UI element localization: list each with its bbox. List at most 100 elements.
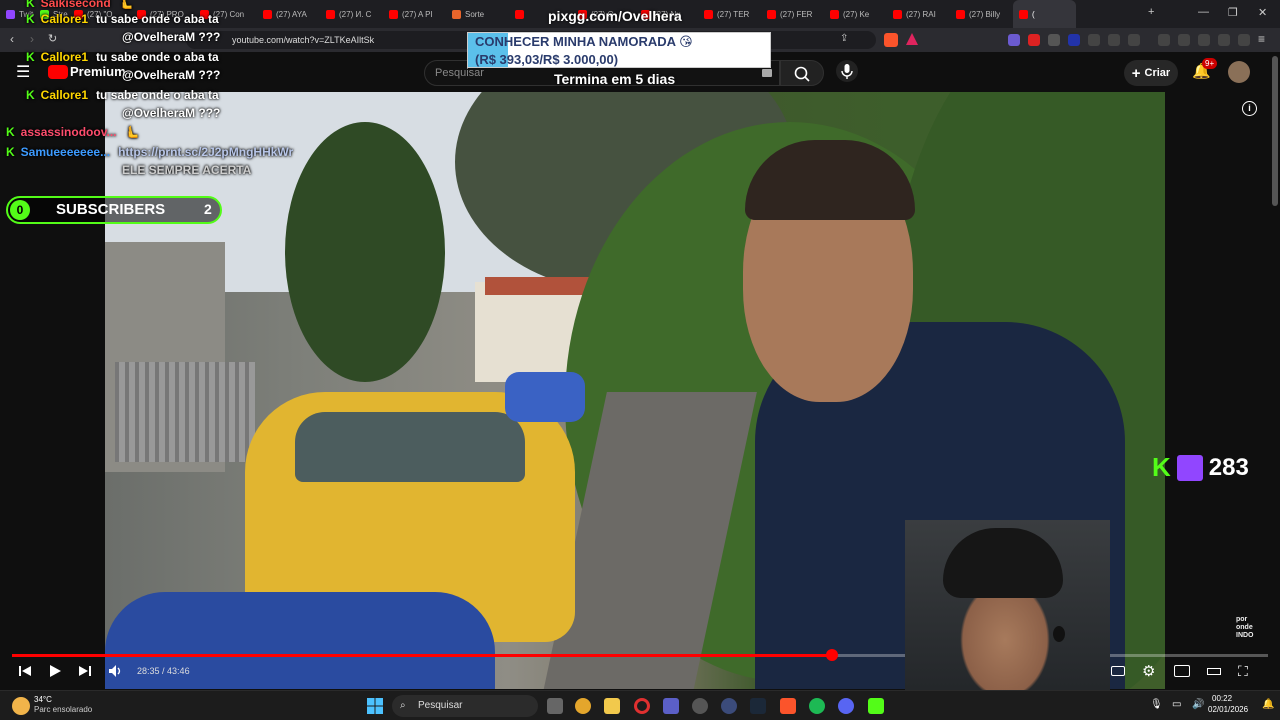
reload-icon[interactable]: ↻ — [48, 32, 57, 45]
new-tab-button[interactable]: + — [1148, 6, 1154, 18]
spotify-icon[interactable] — [809, 698, 825, 714]
subtitles-icon[interactable] — [1111, 666, 1125, 676]
split-view-icon[interactable] — [1178, 34, 1190, 46]
tab-label: (27) A PI — [402, 9, 433, 19]
theater-mode-icon[interactable] — [1207, 668, 1221, 675]
create-label: Criar — [1144, 67, 1171, 79]
previous-icon[interactable] — [18, 664, 32, 678]
chat-message: K Callore1 tu sabe onde o aba ta — [26, 50, 219, 64]
browser-tab[interactable]: (27) FER — [761, 0, 824, 28]
keyboard-icon[interactable] — [762, 69, 772, 77]
tab-favicon-icon — [326, 9, 335, 19]
opera-icon[interactable] — [634, 698, 650, 714]
extension-icon[interactable] — [1048, 34, 1060, 46]
browser-tab[interactable]: (27) И. С — [320, 0, 383, 28]
browser-tab[interactable]: ( — [1013, 0, 1076, 28]
extension-icon[interactable] — [1088, 34, 1100, 46]
hamburger-menu-icon[interactable]: ☰ — [16, 62, 30, 82]
kick-logo-icon: K — [1152, 452, 1171, 482]
speaker-icon[interactable]: 🔊 — [1192, 699, 1204, 710]
microphone-icon[interactable]: 🎙 — [1150, 699, 1163, 710]
miniplayer-icon[interactable] — [1174, 665, 1190, 677]
create-button[interactable]: + Criar — [1124, 60, 1178, 86]
youtube-logo-icon[interactable] — [48, 65, 68, 79]
brave-icon[interactable] — [780, 698, 796, 714]
chat-username: assassinodoov... — [20, 125, 117, 139]
browser-tab[interactable]: (27) TER — [698, 0, 761, 28]
browser-tab[interactable]: (27) RAI — [887, 0, 950, 28]
network-icon[interactable]: ▭ — [1172, 699, 1181, 710]
taskbar-search[interactable]: ⌕ Pesquisar — [392, 695, 538, 717]
app-icon[interactable] — [692, 698, 708, 714]
file-explorer-icon[interactable] — [604, 698, 620, 714]
brave-shields-icon[interactable] — [884, 33, 898, 47]
minimize-icon[interactable]: — — [1198, 6, 1209, 18]
notification-badge: 9+ — [1202, 58, 1218, 69]
brave-rewards-icon[interactable] — [906, 33, 918, 45]
time-total: 43:46 — [167, 666, 190, 676]
close-window-icon[interactable]: ✕ — [1258, 6, 1267, 19]
chat-username: Callore1 — [40, 12, 89, 26]
chat-username: Callore1 — [40, 88, 89, 102]
search-icon: ⌕ — [400, 700, 406, 711]
chat-text: 🫷 — [118, 0, 134, 10]
fullscreen-icon[interactable]: ⛶ — [1238, 663, 1248, 680]
viewer-counter: K 283 — [1152, 452, 1249, 483]
discord-icon[interactable] — [838, 698, 854, 714]
weather-icon[interactable] — [12, 697, 30, 715]
chrome-icon[interactable] — [575, 698, 591, 714]
media-icon[interactable] — [1158, 34, 1170, 46]
back-icon[interactable]: ‹ — [10, 32, 14, 46]
steam-icon[interactable] — [750, 698, 766, 714]
maximize-icon[interactable]: ❐ — [1228, 6, 1238, 19]
forward-icon[interactable]: › — [30, 32, 34, 46]
volume-icon[interactable] — [108, 664, 124, 678]
chat-message: K Saikisecond 🫷 — [26, 0, 134, 10]
app-icon[interactable] — [663, 698, 679, 714]
puzzle-icon[interactable] — [1108, 34, 1120, 46]
menu-icon[interactable]: ≡ — [1258, 32, 1265, 46]
kick-icon[interactable] — [868, 698, 884, 714]
search-button[interactable] — [780, 60, 824, 86]
shield-icon[interactable] — [1238, 34, 1250, 46]
share-icon[interactable]: ⇪ — [840, 33, 848, 44]
wallet-icon[interactable] — [1198, 34, 1210, 46]
tab-favicon-icon — [515, 9, 524, 19]
browser-tab[interactable]: Sorte — [446, 0, 509, 28]
next-icon[interactable] — [78, 664, 92, 678]
browser-tab[interactable]: (27) Billy — [950, 0, 1013, 28]
notification-center-icon[interactable]: 🔔 — [1262, 699, 1274, 710]
browser-tab[interactable]: (27) AYA — [257, 0, 320, 28]
avatar[interactable] — [1228, 61, 1250, 83]
browser-tab[interactable]: (27) A PI — [383, 0, 446, 28]
windows-start-icon[interactable] — [366, 697, 384, 715]
subscribers-label: SUBSCRIBERS — [56, 201, 166, 218]
chat-text: tu sabe onde o aba ta — [96, 88, 219, 102]
browser-tab[interactable]: (27) Ke — [824, 0, 887, 28]
settings-gear-icon[interactable]: ⚙ — [1142, 662, 1155, 680]
play-icon[interactable] — [48, 664, 62, 678]
tab-label: (27) AYA — [276, 9, 307, 19]
info-icon[interactable]: i — [1242, 101, 1257, 116]
extension-icon[interactable] — [1028, 34, 1040, 46]
tab-label: Sorte — [465, 9, 485, 19]
time-display: 28:35 / 43:46 — [137, 666, 190, 676]
sidebar-icon[interactable] — [1128, 34, 1140, 46]
kick-badge-icon: K — [6, 125, 15, 139]
task-view-icon[interactable] — [547, 698, 563, 714]
youtube-premium-logo[interactable]: Premium — [70, 64, 126, 79]
kick-badge-icon: K — [6, 145, 15, 159]
chat-text: @OvelheraM ??? — [122, 68, 221, 82]
vpn-icon[interactable] — [1218, 34, 1230, 46]
extension-icon[interactable] — [1008, 34, 1020, 46]
tree — [285, 122, 445, 382]
chat-message: @OvelheraM ??? — [122, 106, 220, 120]
extension-icon[interactable] — [1068, 34, 1080, 46]
app-icon[interactable] — [721, 698, 737, 714]
tab-favicon-icon — [704, 9, 713, 19]
kick-badge-icon: K — [26, 50, 35, 64]
page-scrollbar[interactable] — [1272, 56, 1278, 206]
voice-search-icon[interactable] — [836, 60, 858, 82]
search-icon — [794, 66, 810, 82]
progress-fill — [12, 654, 833, 657]
